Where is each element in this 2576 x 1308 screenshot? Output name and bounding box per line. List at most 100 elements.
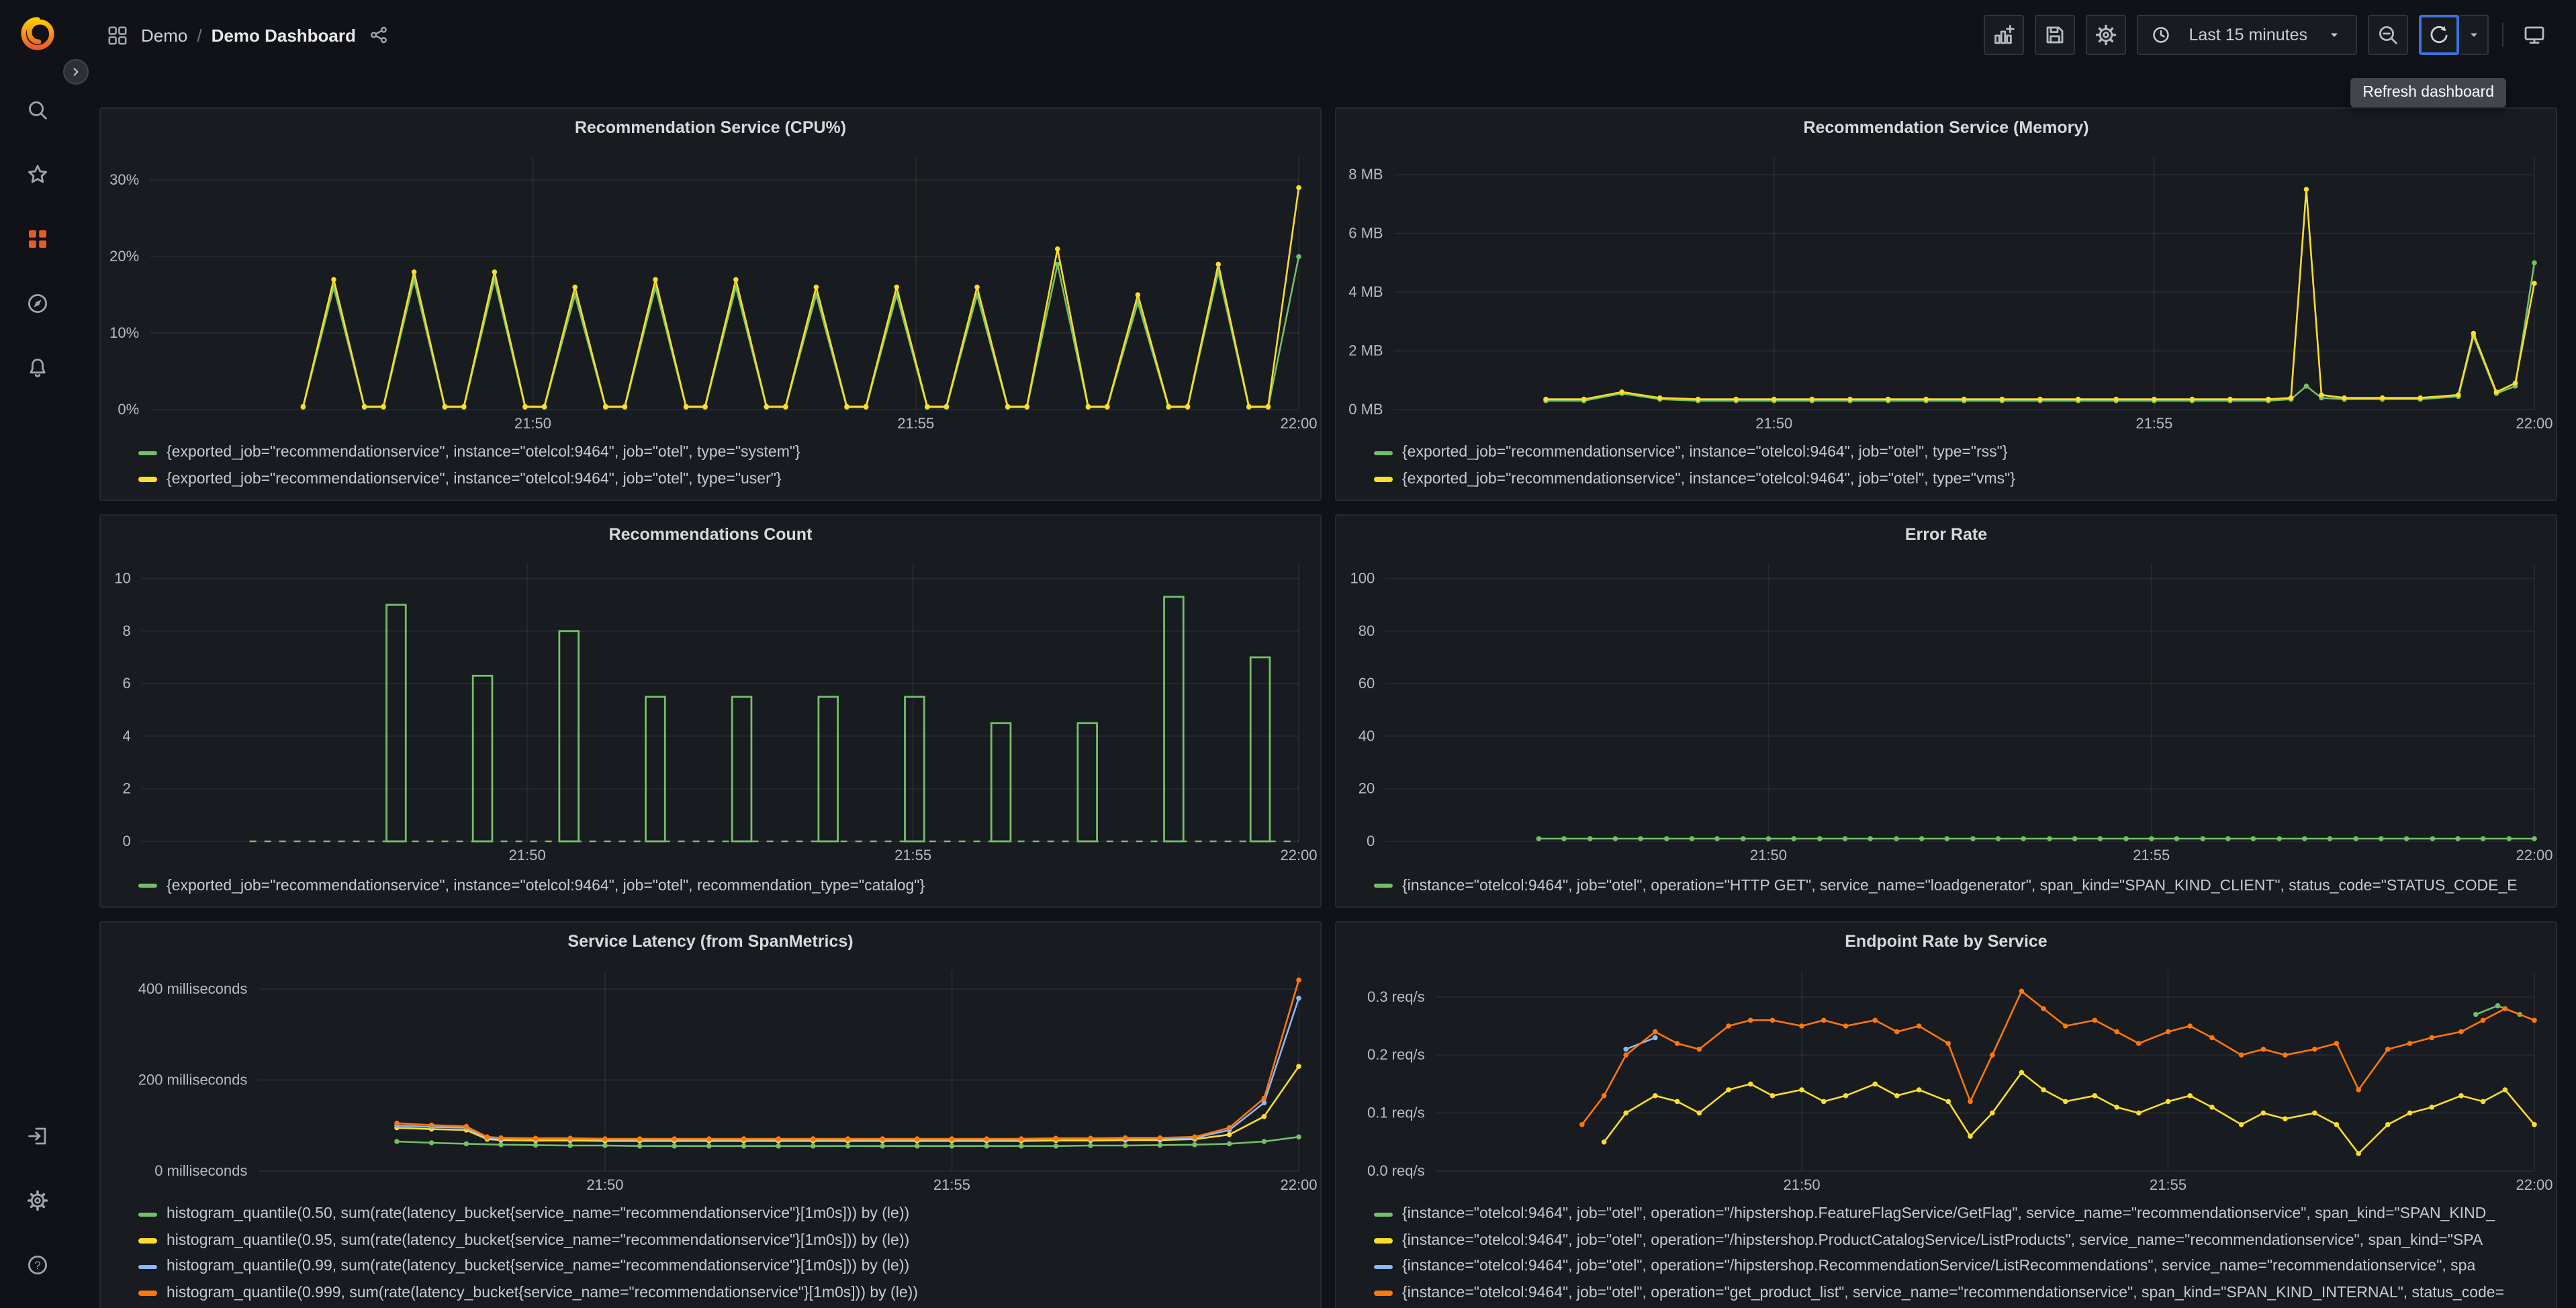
legend-series-label: {exported_job="recommendationservice", i… xyxy=(1402,445,2008,461)
clock-icon xyxy=(2152,26,2170,44)
legend-item[interactable]: {exported_job="recommendationservice", i… xyxy=(138,440,1309,466)
legend: {exported_job="recommendationservice", i… xyxy=(101,873,1320,906)
legend-series-label: {instance="otelcol:9464", job="otel", op… xyxy=(1402,1232,2483,1249)
dashboards-icon[interactable] xyxy=(0,207,75,271)
expand-sidebar-button[interactable] xyxy=(63,59,89,85)
svg-text:21:55: 21:55 xyxy=(894,847,931,864)
panel-title[interactable]: Endpoint Rate by Service xyxy=(1336,923,2556,960)
legend-series-color xyxy=(138,1212,157,1217)
svg-text:21:55: 21:55 xyxy=(2150,1176,2187,1193)
legend-series-label: {instance="otelcol:9464", job="otel", op… xyxy=(1402,878,2518,894)
sign-in-icon[interactable] xyxy=(0,1104,75,1168)
save-dashboard-button[interactable] xyxy=(2034,15,2075,55)
svg-text:8 MB: 8 MB xyxy=(1348,165,1383,182)
svg-text:4 MB: 4 MB xyxy=(1348,283,1383,299)
legend-item[interactable]: {instance="otelcol:9464", job="otel", op… xyxy=(1374,1254,2545,1280)
help-icon[interactable]: ? xyxy=(0,1233,75,1297)
legend-item[interactable]: {instance="otelcol:9464", job="otel", op… xyxy=(1374,1280,2545,1306)
legend-series-label: {instance="otelcol:9464", job="otel", op… xyxy=(1402,1258,2476,1275)
svg-text:6 MB: 6 MB xyxy=(1348,224,1383,241)
svg-text:21:50: 21:50 xyxy=(586,1176,623,1193)
legend-series-color xyxy=(1374,477,1393,482)
svg-text:10%: 10% xyxy=(109,324,139,340)
svg-text:21:50: 21:50 xyxy=(1784,1176,1821,1193)
svg-text:20%: 20% xyxy=(109,247,139,264)
legend-series-color xyxy=(1374,1291,1393,1296)
refresh-button[interactable] xyxy=(2419,15,2459,55)
svg-text:21:50: 21:50 xyxy=(509,847,546,864)
legend-series-label: histogram_quantile(0.99, sum(rate(latenc… xyxy=(167,1258,910,1275)
breadcrumb-current: Demo Dashboard xyxy=(211,25,356,45)
caret-down-icon xyxy=(2326,27,2342,43)
refresh-group xyxy=(2419,15,2489,55)
time-series-chart[interactable]: 0 MB 2 MB 4 MB 6 MB 8 MB 21:50 21:55 22:00 xyxy=(1336,146,2556,433)
legend-series-label: {exported_job="recommendationservice", i… xyxy=(1402,471,2016,487)
legend-item[interactable]: histogram_quantile(0.50, sum(rate(latenc… xyxy=(138,1201,1309,1227)
time-series-chart[interactable]: 0 milliseconds 200 milliseconds 400 millis… xyxy=(101,960,1320,1195)
dashboards-grid-icon[interactable] xyxy=(107,25,128,45)
svg-text:10: 10 xyxy=(114,570,130,587)
legend-item[interactable]: {instance="otelcol:9464", job="otel", op… xyxy=(1374,873,2545,899)
legend-series-color xyxy=(138,477,157,482)
svg-text:20: 20 xyxy=(1359,781,1375,798)
legend-item[interactable]: {exported_job="recommendationservice", i… xyxy=(1374,440,2545,466)
time-range-picker[interactable]: Last 15 minutes xyxy=(2136,15,2357,55)
legend-item[interactable]: {instance="otelcol:9464", job="otel", op… xyxy=(1374,1201,2545,1227)
explore-compass-icon[interactable] xyxy=(0,271,75,336)
svg-text:400 milliseconds: 400 milliseconds xyxy=(138,980,248,997)
settings-gear-icon[interactable] xyxy=(0,1168,75,1233)
topbar: Demo / Demo Dashboard Last 15 minutes xyxy=(75,0,2576,70)
time-series-chart[interactable]: 0 2 4 6 8 10 21:50 21:55 22:00 xyxy=(101,553,1320,866)
svg-text:0%: 0% xyxy=(118,400,139,417)
panel-title[interactable]: Error Rate xyxy=(1336,516,2556,553)
panel-title[interactable]: Recommendation Service (Memory) xyxy=(1336,109,2556,146)
time-series-chart[interactable]: 0 20 40 60 80 100 21:50 21:55 22:00 xyxy=(1336,553,2556,866)
breadcrumb-separator: / xyxy=(197,25,202,45)
legend-series-color xyxy=(138,1291,157,1296)
add-panel-button[interactable] xyxy=(1983,15,2024,55)
tv-mode-icon[interactable] xyxy=(2514,15,2555,55)
legend-item[interactable]: {exported_job="recommendationservice", i… xyxy=(1374,466,2545,492)
legend-item[interactable]: histogram_quantile(0.99, sum(rate(latenc… xyxy=(138,1254,1309,1280)
breadcrumb-root[interactable]: Demo xyxy=(141,25,187,45)
legend-item[interactable]: {exported_job="recommendationservice", i… xyxy=(138,873,1309,899)
dashboard-grid: Recommendation Service (CPU%) 0% 10% 20% 30%… xyxy=(99,107,2557,1308)
zoom-out-button[interactable] xyxy=(2368,15,2408,55)
share-icon[interactable] xyxy=(369,26,388,44)
svg-text:22:00: 22:00 xyxy=(1280,1176,1317,1193)
legend-item[interactable]: {exported_job="recommendationservice", i… xyxy=(138,466,1309,492)
svg-text:?: ? xyxy=(34,1259,40,1272)
legend-series-color xyxy=(1374,1238,1393,1244)
panel-title[interactable]: Recommendations Count xyxy=(101,516,1320,553)
panel: Recommendations Count 0 2 4 6 8 10 21:50 21:55 22… xyxy=(99,514,1322,908)
legend-series-color xyxy=(138,1264,157,1270)
search-icon[interactable] xyxy=(0,78,75,142)
legend: {exported_job="recommendationservice", i… xyxy=(1336,440,2556,500)
panel: Error Rate 0 20 40 60 80 100 21:50 21:55 22:00 {in… xyxy=(1335,514,2557,908)
svg-text:21:55: 21:55 xyxy=(2133,847,2170,864)
dashboard-settings-button[interactable] xyxy=(2085,15,2126,55)
time-series-chart[interactable]: 0.0 req/s 0.1 req/s 0.2 req/s 0.3 req/s 21:5… xyxy=(1336,960,2556,1195)
svg-text:22:00: 22:00 xyxy=(2516,847,2552,864)
legend-item[interactable]: histogram_quantile(0.95, sum(rate(latenc… xyxy=(138,1227,1309,1254)
svg-text:0.3 req/s: 0.3 req/s xyxy=(1367,988,1425,1005)
legend-item[interactable]: {instance="otelcol:9464", job="otel", op… xyxy=(1374,1227,2545,1254)
panel-title[interactable]: Service Latency (from SpanMetrics) xyxy=(101,923,1320,960)
legend: {exported_job="recommendationservice", i… xyxy=(101,440,1320,500)
svg-text:0 MB: 0 MB xyxy=(1348,400,1383,417)
alerting-bell-icon[interactable] xyxy=(0,336,75,400)
legend-series-color xyxy=(1374,883,1393,888)
svg-text:0.2 req/s: 0.2 req/s xyxy=(1367,1046,1425,1063)
legend: histogram_quantile(0.50, sum(rate(latenc… xyxy=(101,1201,1320,1308)
time-series-chart[interactable]: 0% 10% 20% 30% 21:50 21:55 22:00 xyxy=(101,146,1320,433)
refresh-interval-dropdown[interactable] xyxy=(2459,15,2489,55)
legend-series-label: {instance="otelcol:9464", job="otel", op… xyxy=(1402,1284,2505,1301)
legend: {instance="otelcol:9464", job="otel", op… xyxy=(1336,1201,2556,1308)
panel-title[interactable]: Recommendation Service (CPU%) xyxy=(101,109,1320,146)
grafana-logo[interactable] xyxy=(20,16,55,51)
svg-text:21:55: 21:55 xyxy=(2135,414,2172,431)
svg-text:8: 8 xyxy=(123,623,131,640)
starred-icon[interactable] xyxy=(0,142,75,207)
svg-text:2 MB: 2 MB xyxy=(1348,342,1383,359)
legend-item[interactable]: histogram_quantile(0.999, sum(rate(laten… xyxy=(138,1280,1309,1306)
